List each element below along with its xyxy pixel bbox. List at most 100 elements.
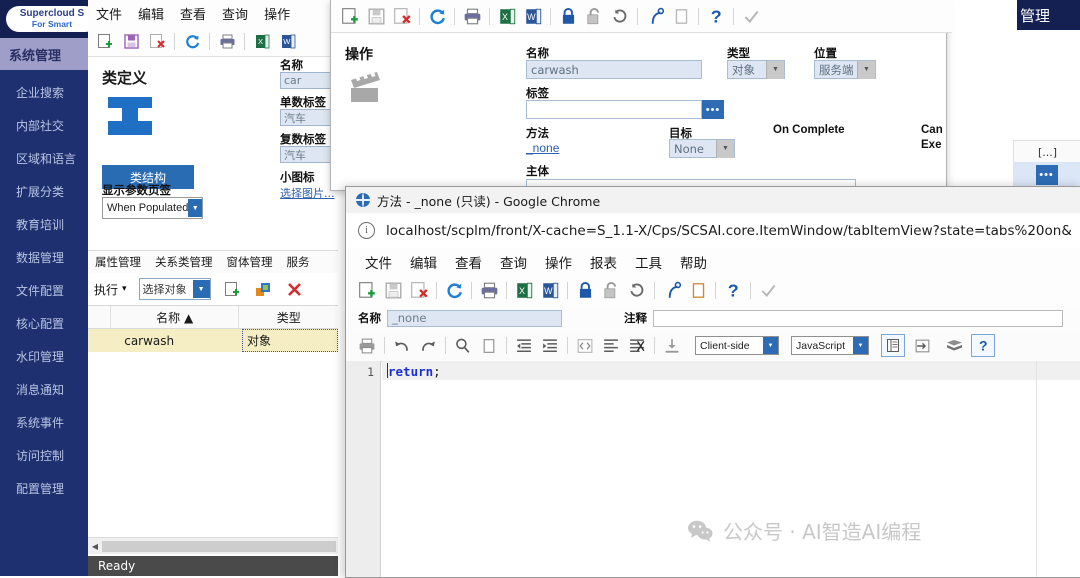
help-icon[interactable]: ? <box>720 279 746 303</box>
export-word-icon[interactable]: W <box>520 4 546 28</box>
print-icon[interactable] <box>214 29 240 53</box>
unlock-icon[interactable] <box>598 279 624 303</box>
chevron-down-icon[interactable]: ▼ <box>853 337 868 354</box>
refresh-icon[interactable] <box>441 279 467 303</box>
redo-icon[interactable] <box>415 334 441 358</box>
action-name-field[interactable]: carwash <box>526 60 702 79</box>
save-icon[interactable] <box>363 4 389 28</box>
chevron-down-icon[interactable]: ▼ <box>188 199 202 217</box>
menu-file[interactable]: 文件 <box>88 4 130 23</box>
scope-select[interactable]: Client-side ▼ <box>695 336 779 355</box>
execute-menu-button[interactable]: 执行 <box>88 281 122 298</box>
chevron-down-icon[interactable]: ▼ <box>857 60 875 79</box>
menu-query[interactable]: 查询 <box>491 252 536 272</box>
menu-tools[interactable]: 工具 <box>626 252 671 272</box>
export-word-icon[interactable]: W <box>275 29 301 53</box>
sidebar-item-2[interactable]: 区域和语言 <box>0 142 88 175</box>
scroll-left-icon[interactable]: ◀ <box>88 539 102 553</box>
outdent-icon[interactable] <box>511 334 537 358</box>
export-word-icon[interactable]: W <box>537 279 563 303</box>
lock-icon[interactable] <box>572 279 598 303</box>
clear-format-icon[interactable] <box>624 334 650 358</box>
sidebar-item-10[interactable]: 系统事件 <box>0 406 88 439</box>
sidebar-item-8[interactable]: 水印管理 <box>0 340 88 373</box>
export-excel-icon[interactable]: X <box>249 29 275 53</box>
select-object-dropdown[interactable]: 选择对象 ▼ <box>138 278 211 300</box>
chevron-down-icon[interactable]: ▼ <box>192 280 210 298</box>
action-target-select[interactable]: None ▼ <box>669 139 735 158</box>
action-method-link[interactable]: _none <box>526 141 559 155</box>
export-excel-icon[interactable]: X <box>511 279 537 303</box>
book-icon[interactable] <box>941 334 967 358</box>
chevron-down-icon[interactable]: ▼ <box>716 139 734 158</box>
horizontal-scrollbar[interactable]: ◀ <box>88 537 338 554</box>
promote-icon[interactable] <box>659 279 685 303</box>
table-header-name[interactable]: 名称 ▲ <box>109 306 238 328</box>
action-type-select[interactable]: 对象 ▼ <box>727 60 785 79</box>
action-position-select[interactable]: 服务端 ▼ <box>814 60 876 79</box>
method-name-field[interactable]: _none <box>387 309 562 327</box>
new-icon[interactable] <box>337 4 363 28</box>
menu-report[interactable]: 报表 <box>581 252 626 272</box>
scrollbar-thumb[interactable] <box>102 540 336 552</box>
sidebar-item-5[interactable]: 数据管理 <box>0 241 88 274</box>
tab-form-management[interactable]: 窗体管理 <box>220 254 280 270</box>
save-icon[interactable] <box>118 29 144 53</box>
print-icon[interactable] <box>354 334 380 358</box>
delete-row-icon[interactable] <box>282 277 308 301</box>
toggle-sidebar-icon[interactable] <box>881 334 905 357</box>
unlock-icon[interactable] <box>581 4 607 28</box>
info-icon[interactable]: i <box>358 222 375 239</box>
paste-icon[interactable] <box>476 334 502 358</box>
menu-edit[interactable]: 编辑 <box>130 4 172 23</box>
undo-icon[interactable] <box>624 279 650 303</box>
add-row-icon[interactable] <box>220 277 246 301</box>
method-comment-field[interactable] <box>653 309 1063 327</box>
sidebar-item-6[interactable]: 文件配置 <box>0 274 88 307</box>
delete-icon[interactable] <box>406 279 432 303</box>
table-header-type[interactable]: 类型 <box>238 306 338 328</box>
check-icon[interactable] <box>755 279 781 303</box>
choose-image-link[interactable]: 选择图片... <box>280 185 335 201</box>
chevron-down-icon[interactable]: ▼ <box>763 337 778 354</box>
chevron-down-icon[interactable]: ▼ <box>766 60 784 79</box>
code-editor-area[interactable] <box>381 380 1080 577</box>
copy-icon[interactable] <box>668 4 694 28</box>
tab-attribute-management[interactable]: 属性管理 <box>88 254 148 270</box>
menu-action[interactable]: 操作 <box>536 252 581 272</box>
help-icon[interactable]: ? <box>703 4 729 28</box>
row-selector[interactable] <box>88 329 116 352</box>
chevron-down-icon[interactable]: ▾ <box>122 284 131 294</box>
insert-icon[interactable] <box>910 334 936 358</box>
help-icon[interactable]: ? <box>971 334 995 357</box>
undo-icon[interactable] <box>607 4 633 28</box>
tab-service[interactable]: 服务 <box>280 254 317 270</box>
sidebar-item-0[interactable]: 企业搜索 <box>0 76 88 109</box>
refresh-icon[interactable] <box>424 4 450 28</box>
sidebar-item-3[interactable]: 扩展分类 <box>0 175 88 208</box>
copy-icon[interactable] <box>685 279 711 303</box>
sidebar-item-system-management[interactable]: 系统管理 <box>0 38 88 70</box>
lock-icon[interactable] <box>555 4 581 28</box>
export-excel-icon[interactable]: X <box>494 4 520 28</box>
sidebar-item-4[interactable]: 教育培训 <box>0 208 88 241</box>
print-icon[interactable] <box>459 4 485 28</box>
show-param-tab-select[interactable]: When Populated ▼ <box>102 197 203 219</box>
menu-view[interactable]: 查看 <box>172 4 214 23</box>
menu-file[interactable]: 文件 <box>356 252 401 272</box>
print-icon[interactable] <box>476 279 502 303</box>
table-row[interactable]: carwash 对象 <box>88 329 338 352</box>
save-icon[interactable] <box>380 279 406 303</box>
chrome-url-bar[interactable]: i localhost/scplm/front/X-cache=S_1.1-X/… <box>346 213 1080 249</box>
delete-icon[interactable] <box>144 29 170 53</box>
code-text[interactable]: return; <box>388 364 441 379</box>
language-select[interactable]: JavaScript ▼ <box>791 336 869 355</box>
properties-icon[interactable] <box>251 277 277 301</box>
check-icon[interactable] <box>738 4 764 28</box>
action-tag-field[interactable] <box>526 100 702 119</box>
menu-edit[interactable]: 编辑 <box>401 252 446 272</box>
sidebar-item-7[interactable]: 核心配置 <box>0 307 88 340</box>
right-panel-row[interactable]: ••• <box>1013 162 1080 188</box>
indent-icon[interactable] <box>537 334 563 358</box>
menu-query[interactable]: 查询 <box>214 4 256 23</box>
